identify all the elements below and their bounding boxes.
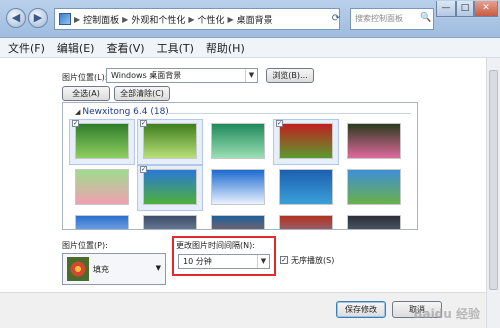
breadcrumb-personalization[interactable]: 个性化: [198, 13, 225, 26]
menu-tools[interactable]: 工具(T): [157, 40, 194, 56]
picture-location-label: 图片位置(L):: [62, 73, 108, 82]
breadcrumb-separator-icon: ▶: [188, 14, 195, 24]
menu-bar: 文件(F) 编辑(E) 查看(V) 工具(T) 帮助(H): [0, 38, 500, 58]
breadcrumb-separator-icon: ▶: [122, 14, 129, 24]
group-title: Newxitong 6.4 (18): [82, 107, 169, 117]
select-all-button[interactable]: 全选(A): [62, 86, 110, 101]
fill-preview-image: [67, 257, 89, 281]
scrollbar[interactable]: [486, 58, 500, 328]
menu-view[interactable]: 查看(V): [106, 40, 144, 56]
close-button[interactable]: ✕: [474, 1, 498, 17]
wallpaper-thumbnail-grass[interactable]: [143, 123, 197, 159]
wallpaper-thumbnail-blue-sky-field[interactable]: [143, 169, 197, 205]
wallpaper-thumbnail-pink-flower[interactable]: [347, 123, 401, 159]
breadcrumb-desktop-background[interactable]: 桌面背景: [237, 13, 273, 26]
wallpaper-thumbnail-red-rock[interactable]: [279, 215, 333, 229]
wallpaper-thumbnail-mountain-lake[interactable]: [211, 215, 265, 229]
wallpaper-thumbnail-strawberries[interactable]: [279, 123, 333, 159]
refresh-icon[interactable]: ⟳: [326, 8, 346, 30]
thumbnail-checkbox[interactable]: ✓: [72, 120, 79, 127]
red-highlight-box: [172, 236, 276, 276]
position-label: 图片位置(P):: [62, 241, 108, 250]
thumbnail-checkbox[interactable]: ✓: [140, 166, 147, 173]
picture-location-value: Windows 桌面背景: [111, 71, 182, 80]
wallpaper-thumbnail-green-drops[interactable]: [211, 123, 265, 159]
shuffle-label[interactable]: 无序播放(S): [291, 255, 334, 266]
scrollbar-thumb[interactable]: [489, 70, 498, 290]
clear-all-button[interactable]: 全部清除(C): [114, 86, 170, 101]
wallpaper-thumbnail-windmill[interactable]: [347, 169, 401, 205]
position-select[interactable]: 填充 ▼: [62, 253, 166, 285]
breadcrumb-separator-icon: ▶: [74, 14, 81, 24]
group-header[interactable]: ◢ Newxitong 6.4 (18): [75, 107, 169, 117]
breadcrumb-control-panel[interactable]: 控制面板: [83, 13, 119, 26]
minimize-button[interactable]: —: [436, 1, 456, 17]
shuffle-checkbox[interactable]: ✓: [280, 256, 288, 264]
group-divider: [167, 113, 411, 114]
wallpaper-thumbnail-dark-road[interactable]: [347, 215, 401, 229]
position-value: 填充: [93, 265, 109, 274]
title-bar: ◀ ▶ ▶ 控制面板 ▶ 外观和个性化 ▶ 个性化 ▶ 桌面背景 ⟳ 搜索控制面…: [0, 0, 500, 38]
picture-location-select[interactable]: Windows 桌面背景 ▼: [106, 68, 258, 83]
menu-file[interactable]: 文件(F): [8, 40, 45, 56]
save-changes-button[interactable]: 保存修改: [336, 301, 386, 318]
browse-button[interactable]: 浏览(B)...: [266, 68, 314, 83]
search-icon[interactable]: 🔍: [420, 13, 431, 23]
maximize-button[interactable]: □: [456, 1, 474, 17]
wallpaper-thumbnail-clouds[interactable]: [211, 169, 265, 205]
chevron-down-icon: ▼: [155, 264, 161, 272]
address-bar[interactable]: ▶ 控制面板 ▶ 外观和个性化 ▶ 个性化 ▶ 桌面背景: [54, 8, 340, 30]
back-arrow-icon[interactable]: ◀: [6, 8, 26, 28]
menu-edit[interactable]: 编辑(E): [57, 40, 95, 56]
thumbnail-checkbox[interactable]: ✓: [276, 120, 283, 127]
wallpaper-thumbnail-sky-tree[interactable]: [75, 215, 129, 229]
chevron-down-icon: ▼: [245, 69, 257, 82]
thumbnail-checkbox[interactable]: ✓: [140, 120, 147, 127]
wallpaper-thumbnail-coast[interactable]: [279, 169, 333, 205]
collapse-triangle-icon[interactable]: ◢: [75, 108, 80, 116]
watermark: Baidu 经验: [413, 307, 480, 321]
menu-help[interactable]: 帮助(H): [206, 40, 245, 56]
breadcrumb-separator-icon: ▶: [227, 14, 234, 24]
wallpaper-gallery[interactable]: ◢ Newxitong 6.4 (18) ✓ ✓ ✓ ✓: [62, 102, 418, 230]
forward-arrow-icon[interactable]: ▶: [28, 8, 48, 28]
control-panel-icon: [59, 13, 71, 25]
wallpaper-thumbnail-lily[interactable]: [75, 169, 129, 205]
wallpaper-thumbnail-architecture[interactable]: [143, 215, 197, 229]
wallpaper-thumbnail-bamboo[interactable]: [75, 123, 129, 159]
breadcrumb-appearance[interactable]: 外观和个性化: [131, 13, 185, 26]
